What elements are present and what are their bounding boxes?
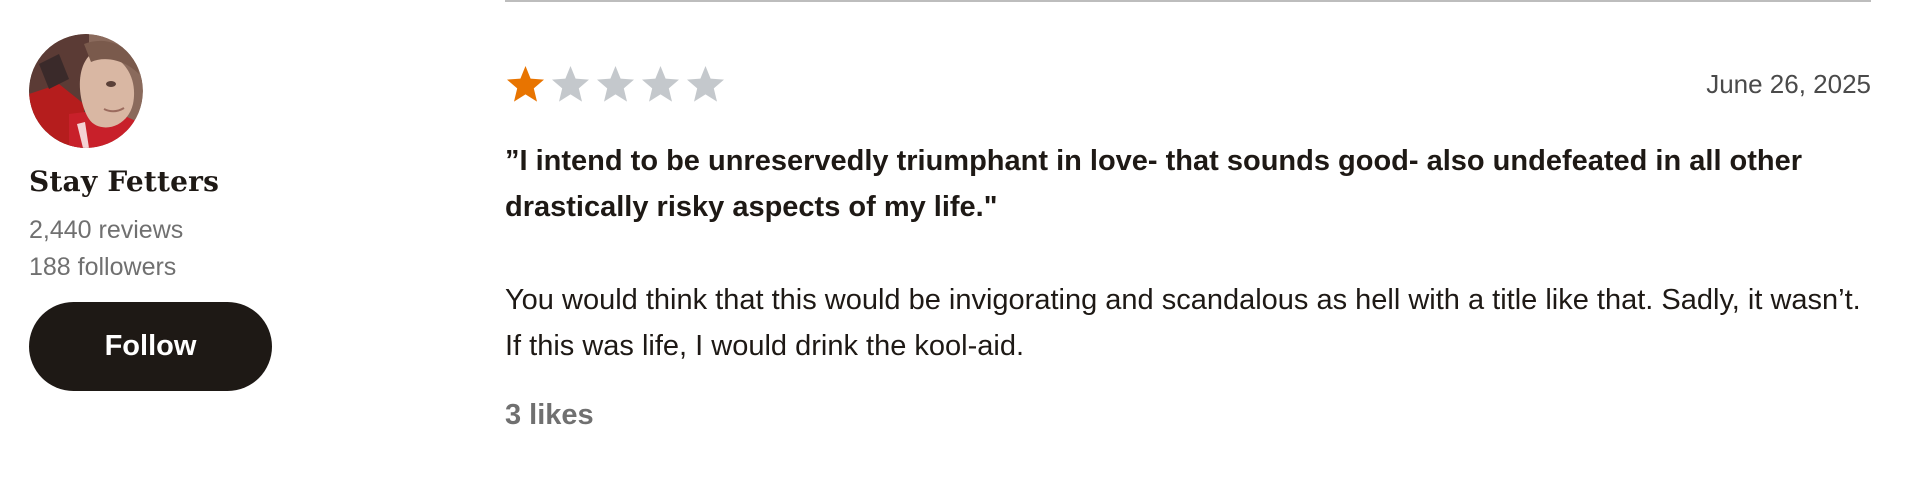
reviewer-stats: 2,440 reviews 188 followers <box>29 212 289 286</box>
review-card: Stay Fetters 2,440 reviews 188 followers… <box>0 0 1924 477</box>
reviewer-name[interactable]: Stay Fetters <box>29 164 289 200</box>
star-empty-icon <box>640 64 681 105</box>
divider <box>505 0 1871 2</box>
review-quote: ”I intend to be unreservedly triumphant … <box>505 145 1803 223</box>
likes-count[interactable]: 3 likes <box>505 399 1871 432</box>
followers-count: 188 followers <box>29 253 177 281</box>
star-rating <box>505 64 726 105</box>
star-empty-icon <box>595 64 636 105</box>
review-content: June 26, 2025 ”I intend to be unreserved… <box>505 0 1871 432</box>
rating-row: June 26, 2025 <box>505 62 1871 106</box>
star-empty-icon <box>685 64 726 105</box>
reviews-count: 2,440 reviews <box>29 216 184 244</box>
follow-button[interactable]: Follow <box>29 302 272 391</box>
avatar[interactable] <box>29 34 143 148</box>
avatar-photo-icon <box>29 34 143 148</box>
review-date[interactable]: June 26, 2025 <box>1706 69 1871 100</box>
reviewer-panel: Stay Fetters 2,440 reviews 188 followers… <box>29 34 289 391</box>
review-body: You would think that this would be invig… <box>505 284 1861 362</box>
star-empty-icon <box>550 64 591 105</box>
star-filled-icon <box>505 64 546 105</box>
